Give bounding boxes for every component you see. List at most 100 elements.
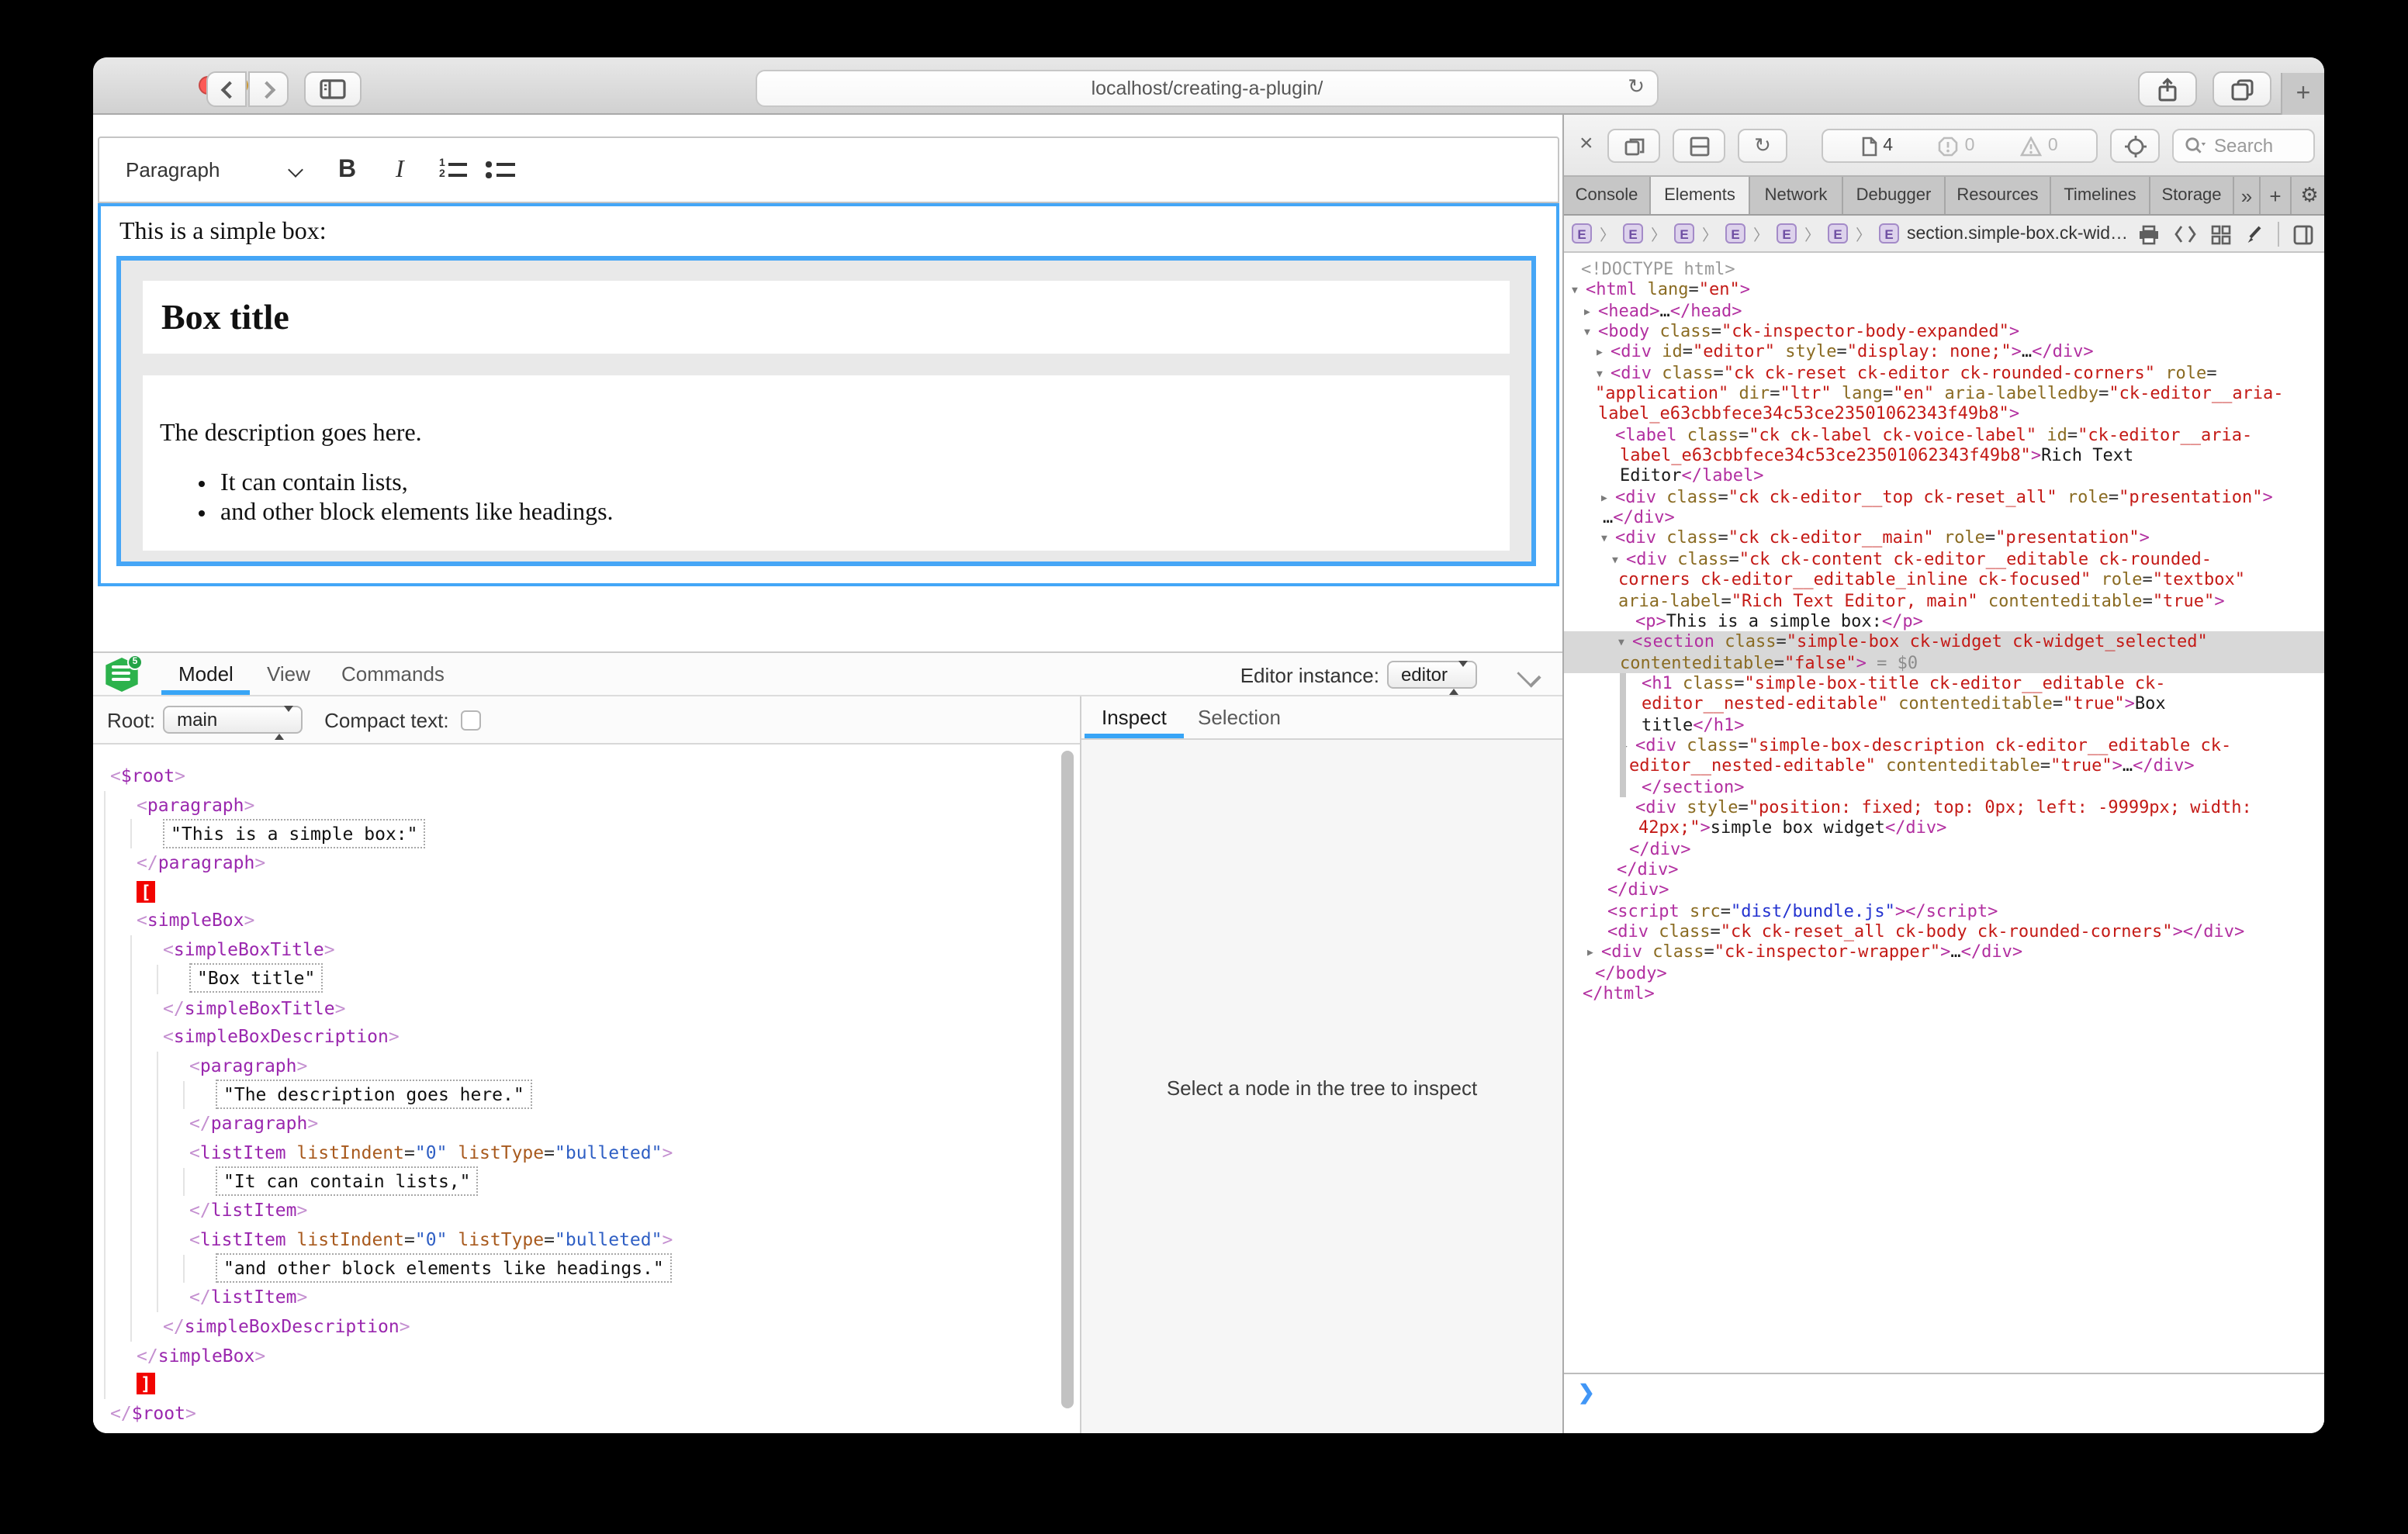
bulleted-list-button[interactable] xyxy=(486,138,514,202)
root-select[interactable]: main xyxy=(163,706,303,734)
dom-tree-line[interactable]: ▶<div id="editor" style="display: none;"… xyxy=(1564,342,2324,363)
model-tree-line[interactable]: <paragraph> xyxy=(93,790,1080,819)
editor-editable[interactable]: This is a simple box: Box title The desc… xyxy=(98,203,1559,586)
dom-tree-line[interactable]: label_e63cbbfece34c53ce23501062343f49b8"… xyxy=(1564,404,2324,425)
model-tree-line[interactable]: </simpleBoxTitle> xyxy=(93,993,1080,1022)
dom-tree-line[interactable]: </div> xyxy=(1564,859,2324,880)
devtools-tab-timelines[interactable]: Timelines xyxy=(2051,177,2150,214)
disclosure-open-icon[interactable]: ▼ xyxy=(1584,323,1598,344)
model-tree-line[interactable]: <listItem listIndent="0" listType="bulle… xyxy=(93,1225,1080,1254)
dom-tree-line[interactable]: ▼<div class="ck ck-content ck-editor__ed… xyxy=(1564,549,2324,570)
dom-tree-line[interactable]: </html> xyxy=(1564,983,2324,1004)
simple-box-title[interactable]: Box title xyxy=(143,281,1510,354)
devtools-tab-storage[interactable]: Storage xyxy=(2150,177,2234,214)
dom-tree-line[interactable]: </body> xyxy=(1564,962,2324,983)
inspector-tab-view[interactable]: View xyxy=(267,653,310,695)
dom-tree-line[interactable]: 42px;">simple box widget</div> xyxy=(1564,818,2324,839)
model-text-node[interactable]: "Box title" xyxy=(189,964,323,993)
model-tree-line[interactable]: [ xyxy=(93,878,1080,907)
sidebar-button[interactable] xyxy=(304,71,362,107)
disclosure-closed-icon[interactable]: ▶ xyxy=(1584,302,1598,323)
tab-overview-button[interactable] xyxy=(2213,71,2271,107)
back-button[interactable] xyxy=(206,71,247,107)
model-text-node[interactable]: "The description goes here." xyxy=(216,1080,532,1109)
model-tree-line[interactable]: </simpleBox> xyxy=(93,1342,1080,1370)
dom-tree-line[interactable]: <script src="dist/bundle.js"></script> xyxy=(1564,900,2324,921)
inspector-collapse-button[interactable] xyxy=(1519,665,1542,679)
model-text-node[interactable]: "and other block elements like headings.… xyxy=(216,1253,672,1283)
model-tree-line[interactable]: "Box title" xyxy=(93,965,1080,993)
disclosure-open-icon[interactable]: ▼ xyxy=(1618,633,1632,654)
model-tree-line[interactable]: <paragraph> xyxy=(93,1052,1080,1080)
dom-tree-line[interactable]: </section> xyxy=(1564,776,2324,797)
dom-tree-line[interactable]: <!DOCTYPE html> xyxy=(1564,259,2324,280)
heading-dropdown[interactable]: Paragraph xyxy=(126,138,220,202)
dom-tree-line[interactable]: ▶<div class="ck-inspector-wrapper">…</di… xyxy=(1564,942,2324,963)
simple-box-widget[interactable]: Box title The description goes here. It … xyxy=(116,256,1536,566)
model-tree-line[interactable]: <$root> xyxy=(93,762,1080,790)
dom-tree-line[interactable]: aria-label="Rich Text Editor, main" cont… xyxy=(1564,590,2324,611)
split-console-button[interactable] xyxy=(1673,129,1725,163)
dom-tree-line[interactable]: <div style="position: fixed; top: 0px; l… xyxy=(1564,797,2324,818)
dom-tree-line[interactable]: ▶<div class="simple-box-description ck-e… xyxy=(1564,735,2324,756)
dom-tree-line[interactable]: corners ck-editor__editable_inline ck-fo… xyxy=(1564,569,2324,590)
dom-tree-line[interactable]: <label class="ck ck-label ck-voice-label… xyxy=(1564,425,2324,446)
devtools-tab-network[interactable]: Network xyxy=(1750,177,1843,214)
bold-button[interactable]: B xyxy=(338,138,356,202)
devtools-close-button[interactable]: × xyxy=(1579,130,1593,157)
dom-tree-line[interactable]: title</h1> xyxy=(1564,714,2324,735)
inspect-pane-tab-inspect[interactable]: Inspect xyxy=(1102,696,1167,738)
dom-tree-line[interactable]: ▶<div class="ck ck-editor__top ck-reset_… xyxy=(1564,487,2324,508)
editor-instance-select[interactable]: editor xyxy=(1387,661,1477,689)
devtools-tab-console[interactable]: Console xyxy=(1564,177,1651,214)
styles-brush-icon[interactable] xyxy=(2245,224,2264,244)
dom-tree-line[interactable]: label_e63cbbfece34c53ce23501062343f49b8"… xyxy=(1564,445,2324,466)
breadcrumb-element-badge[interactable]: E xyxy=(1623,223,1643,244)
reload-icon[interactable]: ↻ xyxy=(1628,74,1645,99)
dom-tree-line[interactable]: </div> xyxy=(1564,880,2324,901)
share-button[interactable] xyxy=(2138,71,2197,107)
disclosure-open-icon[interactable]: ▼ xyxy=(1597,364,1611,385)
model-tree-line[interactable]: </paragraph> xyxy=(93,1110,1080,1138)
dom-tree-line[interactable]: contenteditable="false"> = $0 xyxy=(1564,652,2324,673)
inspector-tab-model[interactable]: Model xyxy=(178,653,234,695)
element-picker-button[interactable] xyxy=(2110,129,2160,163)
dom-tree-line[interactable]: Editor</label> xyxy=(1564,466,2324,487)
dom-tree-line[interactable]: <p>This is a simple box:</p> xyxy=(1564,611,2324,632)
model-tree-line[interactable]: </$root> xyxy=(93,1399,1080,1428)
model-text-node[interactable]: "This is a simple box:" xyxy=(163,819,426,848)
model-tree-line[interactable]: <simpleBox> xyxy=(93,907,1080,935)
disclosure-closed-icon[interactable]: ▶ xyxy=(1587,944,1601,965)
model-tree-line[interactable]: </paragraph> xyxy=(93,848,1080,877)
address-bar[interactable]: localhost/creating-a-plugin/ ↻ xyxy=(756,70,1659,107)
devtools-tab-elements[interactable]: Elements xyxy=(1651,177,1750,214)
dom-tree-line[interactable]: </div> xyxy=(1564,838,2324,859)
dom-tree-line[interactable]: <h1 class="simple-box-title ck-editor__e… xyxy=(1564,673,2324,694)
disclosure-open-icon[interactable]: ▼ xyxy=(1572,282,1586,302)
simple-box-description[interactable]: The description goes here. It can contai… xyxy=(143,375,1510,551)
devtools-reload-button[interactable]: ↻ xyxy=(1738,129,1787,163)
model-tree-line[interactable]: "It can contain lists," xyxy=(93,1167,1080,1196)
layout-grid-icon[interactable] xyxy=(2211,224,2231,244)
dom-tree-line[interactable]: ▼<div class="ck ck-editor__main" role="p… xyxy=(1564,528,2324,549)
details-sidebar-icon[interactable] xyxy=(2293,224,2313,244)
model-tree-line[interactable]: </listItem> xyxy=(93,1197,1080,1225)
disclosure-closed-icon[interactable]: ▶ xyxy=(1597,344,1611,364)
dom-tree-line[interactable]: editor__nested-editable" contenteditable… xyxy=(1564,693,2324,714)
model-tree-line[interactable]: "This is a simple box:" xyxy=(93,820,1080,848)
dom-tree-line[interactable]: ▼<section class="simple-box ck-widget ck… xyxy=(1564,631,2324,652)
model-tree-scrollbar[interactable] xyxy=(1060,751,1077,1429)
scrollbar-thumb[interactable] xyxy=(1061,751,1074,1408)
dom-tree-line[interactable]: ▼<body class="ck-inspector-body-expanded… xyxy=(1564,321,2324,342)
breadcrumb-element-badge[interactable]: E xyxy=(1828,223,1848,244)
heading-dropdown-chevron[interactable] xyxy=(290,138,301,202)
breadcrumb-current[interactable]: section.simple-box.ck-wid… xyxy=(1907,224,2128,243)
inspect-pane-tab-selection[interactable]: Selection xyxy=(1198,696,1281,738)
dom-tree-line[interactable]: editor__nested-editable" contenteditable… xyxy=(1564,756,2324,777)
breadcrumb-element-badge[interactable]: E xyxy=(1674,223,1694,244)
dock-side-button[interactable] xyxy=(1607,129,1660,163)
devtools-tab-debugger[interactable]: Debugger xyxy=(1843,177,1946,214)
dom-tree-line[interactable]: ▼<html lang="en"> xyxy=(1564,280,2324,301)
tab-overflow-button[interactable]: » xyxy=(2234,177,2261,214)
quick-console[interactable]: ❯ xyxy=(1564,1373,2324,1433)
